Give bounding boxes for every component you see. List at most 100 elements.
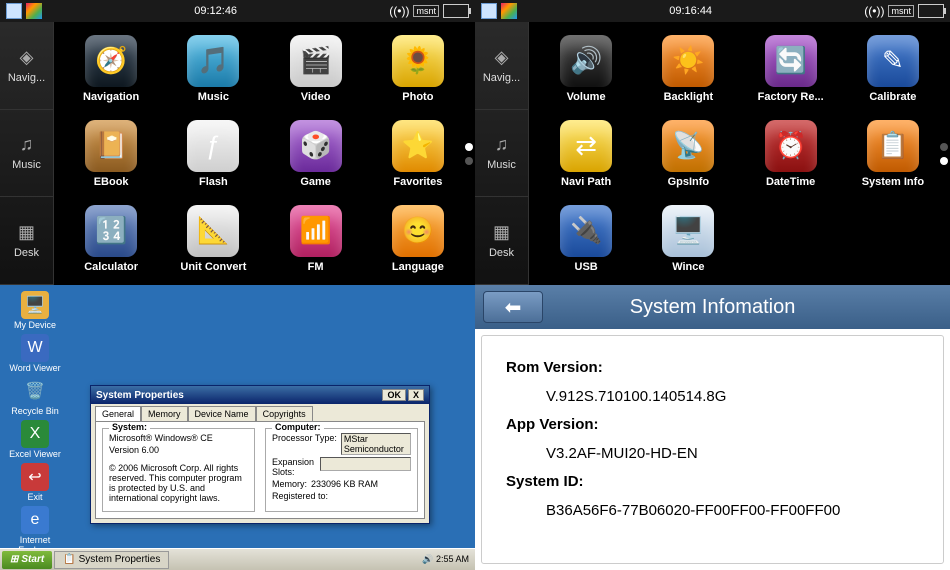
app-video[interactable]: 🎬 Video <box>267 28 365 109</box>
desktop-icon-excel-viewer[interactable]: XExcel Viewer <box>6 420 64 459</box>
sidebar-label: Music <box>12 159 41 171</box>
desktop-icon-glyph: e <box>21 506 49 534</box>
desktop-icon-my-device[interactable]: 🖥️My Device <box>6 291 64 330</box>
calendar-icon[interactable] <box>6 3 22 19</box>
app-unit-convert[interactable]: 📐Unit Convert <box>164 198 262 279</box>
app-icon: ⏰ <box>765 120 817 172</box>
window-title: System Properties <box>96 390 184 401</box>
tab-memory[interactable]: Memory <box>141 406 188 421</box>
page-dot-2[interactable] <box>940 157 948 165</box>
app-calculator[interactable]: 🔢Calculator <box>62 198 160 279</box>
ok-button[interactable]: OK <box>382 389 406 401</box>
app-calibrate[interactable]: ✎Calibrate <box>844 28 942 109</box>
sidebar-label: Desk <box>14 247 39 259</box>
app-label: Video <box>301 91 331 103</box>
os-version: Version 6.00 <box>109 445 248 455</box>
start-button[interactable]: ⊞Start <box>2 551 52 569</box>
app-game[interactable]: 🎲Game <box>267 113 365 194</box>
app-music[interactable]: 🎵Music <box>164 28 262 109</box>
expansion-select[interactable] <box>320 457 411 471</box>
launcher-screen-1: 09:12:46 ((•)) msnt ◈Navig...♫Music▦Desk… <box>0 0 475 285</box>
msnt-badge: msnt <box>888 5 914 17</box>
app-datetime[interactable]: ⏰DateTime <box>742 113 840 194</box>
rom-version-value: V.912S.710100.140514.8G <box>506 383 919 412</box>
desktop-icon-word-viewer[interactable]: WWord Viewer <box>6 334 64 373</box>
app-label: Flash <box>199 176 228 188</box>
desktop-icon-recycle-bin[interactable]: 🗑️Recycle Bin <box>6 377 64 416</box>
tab-copyrights[interactable]: Copyrights <box>256 406 313 421</box>
app-usb[interactable]: 🔌USB <box>537 198 635 279</box>
sidebar-item-desk[interactable]: ▦ Desk <box>0 197 53 285</box>
memory-label: Memory: <box>272 479 307 489</box>
computer-fieldset: Computer: Processor Type:MStar Semicondu… <box>265 428 418 512</box>
app-flash[interactable]: ƒFlash <box>164 113 262 194</box>
desktop-icon-glyph: ↩ <box>21 463 49 491</box>
app-icon: 🎬 <box>290 35 342 87</box>
app-icon: 🖥️ <box>662 205 714 257</box>
sidebar-item-desk[interactable]: ▦Desk <box>475 197 528 285</box>
sidebar-label: Music <box>487 159 516 171</box>
back-button[interactable]: ⬅ <box>483 291 543 323</box>
sidebar-item-navig[interactable]: ◈Navig... <box>0 22 53 110</box>
app-icon: ✎ <box>867 35 919 87</box>
sidebar-item-music[interactable]: ♫Music <box>0 110 53 198</box>
calendar-icon[interactable] <box>481 3 497 19</box>
sidebar-item-music[interactable]: ♫Music <box>475 110 528 198</box>
app-navi-path[interactable]: ⇄ Navi Path <box>537 113 635 194</box>
app-label: Game <box>300 176 331 188</box>
tab-device-name[interactable]: Device Name <box>188 406 256 421</box>
app-icon: 📐 <box>187 205 239 257</box>
sidebar-label: Desk <box>489 247 514 259</box>
app-label: Backlight <box>664 91 714 103</box>
app-icon: 📔 <box>85 120 137 172</box>
desktop-icon-label: Word Viewer <box>9 363 60 373</box>
rainbow-icon[interactable] <box>501 3 517 19</box>
taskbar: ⊞Start 📋 System Properties 🔊 2:55 AM <box>0 548 475 570</box>
desktop-icon-exit[interactable]: ↩Exit <box>6 463 64 502</box>
clock: 09:12:46 <box>194 5 237 17</box>
desktop-icon-label: My Device <box>14 320 56 330</box>
app-ebook[interactable]: 📔EBook <box>62 113 160 194</box>
signal-icon: ((•)) <box>864 4 884 18</box>
desktop-icons: 🖥️My Device WWord Viewer 🗑️Recycle Bin XExc… <box>6 291 64 570</box>
app-icon: 🔄 <box>765 35 817 87</box>
app-navigation[interactable]: 🧭Navigation <box>62 28 160 109</box>
tab-general[interactable]: General <box>95 406 141 421</box>
rom-version-label: Rom Version: <box>506 354 919 383</box>
taskbar-item-system-properties[interactable]: 📋 System Properties <box>54 551 169 569</box>
app-fm[interactable]: 📶FM <box>267 198 365 279</box>
sidebar-icon: ▦ <box>18 222 35 243</box>
desktop-icon-label: Excel Viewer <box>9 449 61 459</box>
title-bar[interactable]: System Properties OK X <box>91 386 429 404</box>
app-grid: 🧭Navigation🎵Music 🎬 Video 🌻Photo 📔EBookƒFlas… <box>54 22 475 285</box>
app-icon: ⇄ <box>560 120 612 172</box>
sidebar: ◈Navig...♫Music ▦ Desk <box>0 22 54 285</box>
app-icon: 📋 <box>867 120 919 172</box>
app-label: Photo <box>402 91 433 103</box>
app-gpsinfo[interactable]: 📡GpsInfo <box>639 113 737 194</box>
sidebar: ◈Navig...♫Music▦Desk <box>475 22 529 285</box>
app-label: Navi Path <box>561 176 611 188</box>
app-system-info[interactable]: 📋System Info <box>844 113 942 194</box>
app-favorites[interactable]: ⭐Favorites <box>369 113 467 194</box>
launcher-screen-2: 09:16:44 ((•)) msnt ◈Navig...♫Music▦Desk… <box>475 0 950 285</box>
app-volume[interactable]: 🔊Volume <box>537 28 635 109</box>
close-button[interactable]: X <box>408 389 424 401</box>
page-title: System Infomation <box>630 296 796 319</box>
system-id-value: B36A56F6-77B06020-FF00FF00-FF00FF00 <box>506 497 919 526</box>
registered-label: Registered to: <box>272 491 411 501</box>
sidebar-icon: ◈ <box>495 47 509 68</box>
rainbow-icon[interactable] <box>26 3 42 19</box>
wince-desktop[interactable]: 🖥️My DeviceWWord Viewer🗑️Recycle BinXExc… <box>0 285 475 570</box>
app-photo[interactable]: 🌻Photo <box>369 28 467 109</box>
app-icon: 🧭 <box>85 35 137 87</box>
app-factory-re-[interactable]: 🔄Factory Re... <box>742 28 840 109</box>
app-language[interactable]: 😊Language <box>369 198 467 279</box>
app-wince[interactable]: 🖥️Wince <box>639 198 737 279</box>
page-dot-1[interactable] <box>940 143 948 151</box>
sidebar-item-navig[interactable]: ◈Navig... <box>475 22 528 110</box>
page-dot-1[interactable] <box>465 143 473 151</box>
app-label: Music <box>198 91 229 103</box>
app-backlight[interactable]: ☀️Backlight <box>639 28 737 109</box>
page-dot-2[interactable] <box>465 157 473 165</box>
